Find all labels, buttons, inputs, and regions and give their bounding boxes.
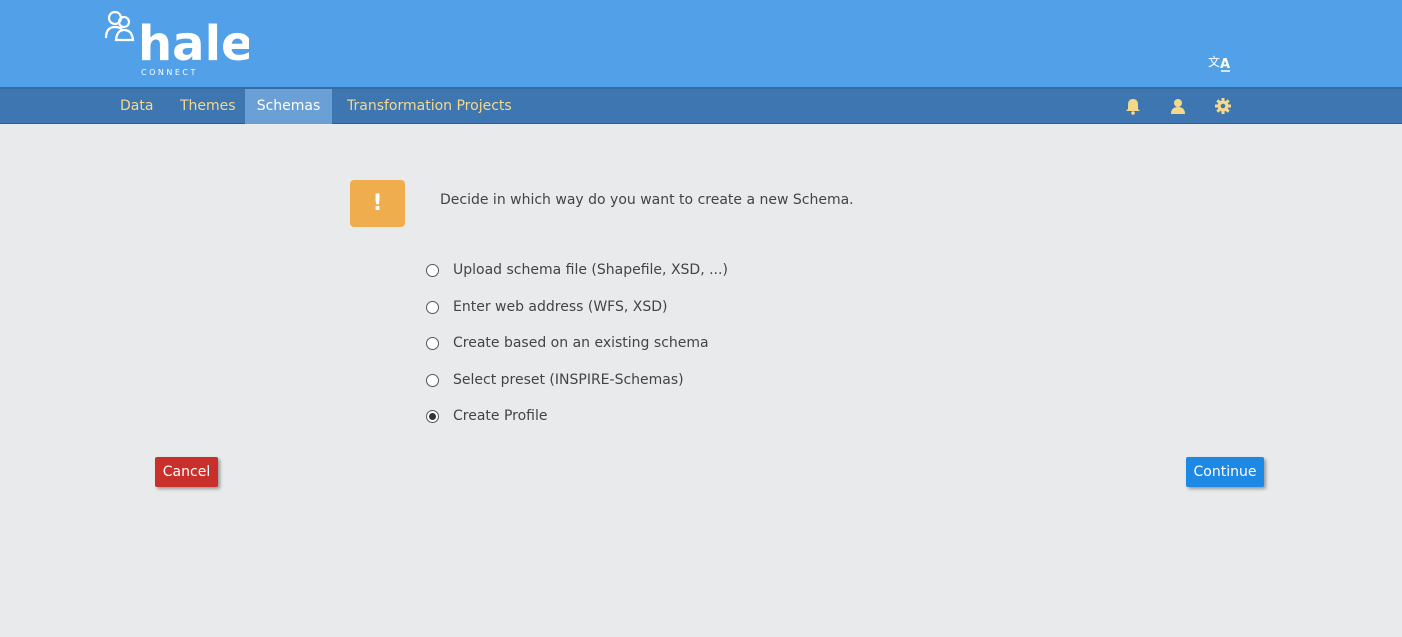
bell-icon[interactable]	[1124, 97, 1142, 115]
radio-button[interactable]	[426, 373, 439, 387]
prompt-text: Decide in which way do you want to creat…	[440, 192, 854, 208]
svg-text:CONNECT: CONNECT	[141, 68, 198, 77]
option-existing-schema[interactable]: Create based on an existing schema	[424, 332, 709, 354]
cancel-button[interactable]: Cancel	[155, 457, 218, 487]
header-bar: hale CONNECT 文 A	[0, 0, 1402, 87]
option-label: Upload schema file (Shapefile, XSD, ...)	[453, 262, 728, 278]
nav-item-transformation-projects[interactable]: Transformation Projects	[347, 89, 512, 124]
option-enter-web-address[interactable]: Enter web address (WFS, XSD)	[424, 296, 668, 318]
warning-badge: !	[350, 180, 405, 227]
radio-button[interactable]	[426, 336, 439, 350]
user-icon[interactable]	[1169, 97, 1187, 115]
nav-item-schemas[interactable]: Schemas	[245, 89, 332, 124]
option-label: Select preset (INSPIRE-Schemas)	[453, 372, 684, 388]
hale-connect-logo[interactable]: hale CONNECT	[104, 8, 254, 78]
svg-text:A: A	[1220, 57, 1230, 72]
main-nav: Data Themes Schemas Transformation Proje…	[0, 87, 1402, 124]
option-label: Create based on an existing schema	[453, 335, 709, 351]
radio-button[interactable]	[426, 300, 439, 314]
translate-icon[interactable]: 文 A	[1207, 49, 1233, 75]
nav-item-themes[interactable]: Themes	[180, 89, 236, 124]
option-create-profile[interactable]: Create Profile	[424, 405, 548, 427]
radio-button-selected[interactable]	[426, 409, 439, 423]
option-label: Enter web address (WFS, XSD)	[453, 299, 668, 315]
continue-button[interactable]: Continue	[1186, 457, 1264, 487]
radio-button[interactable]	[426, 263, 439, 277]
option-label: Create Profile	[453, 408, 548, 424]
svg-text:hale: hale	[138, 16, 249, 72]
gear-icon[interactable]	[1214, 97, 1232, 115]
nav-item-data[interactable]: Data	[120, 89, 153, 124]
svg-text:文: 文	[1208, 54, 1220, 69]
option-select-preset[interactable]: Select preset (INSPIRE-Schemas)	[424, 369, 684, 391]
option-upload-schema-file[interactable]: Upload schema file (Shapefile, XSD, ...)	[424, 259, 728, 281]
